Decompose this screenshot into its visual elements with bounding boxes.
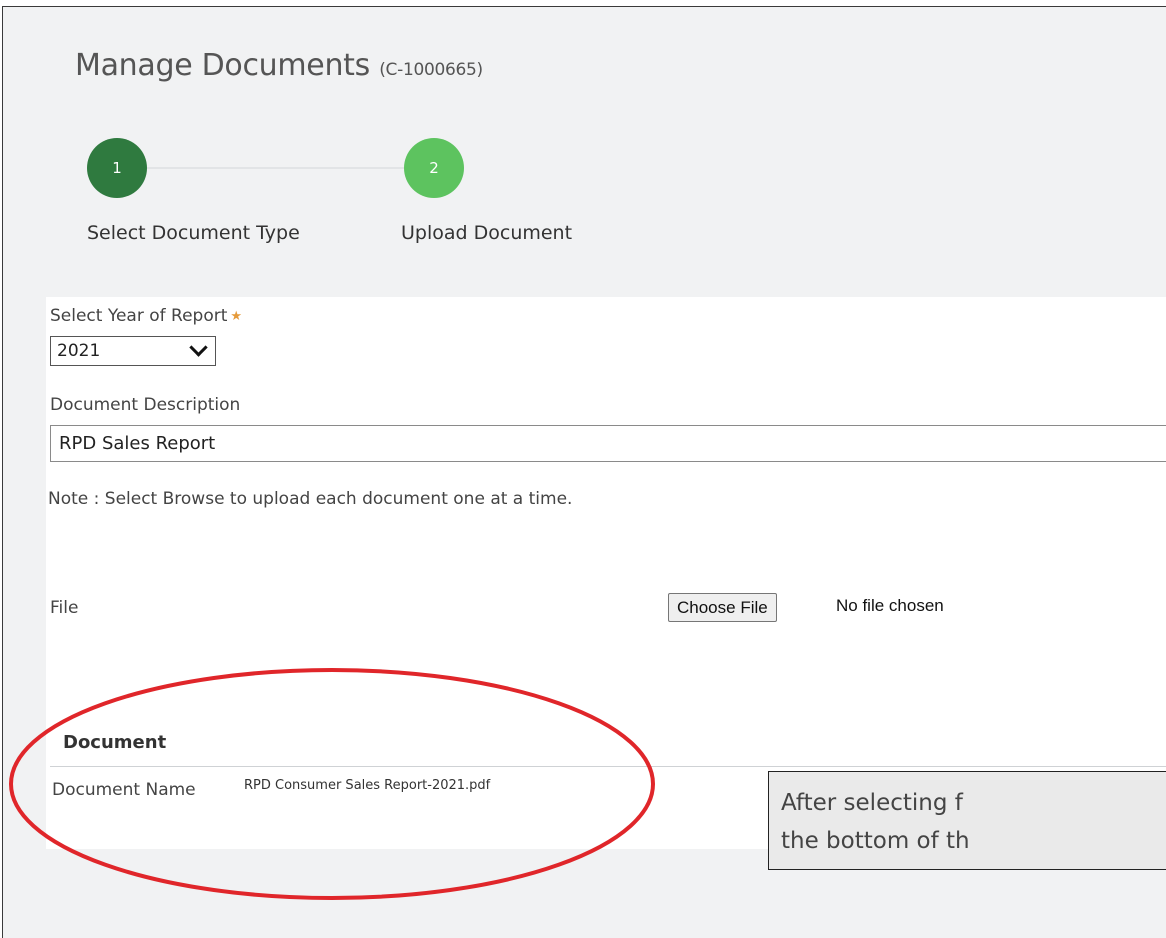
year-label-text: Select Year of Report — [50, 306, 228, 326]
document-name-value[interactable]: RPD Consumer Sales Report-2021.pdf — [244, 778, 490, 793]
year-select-value: 2021 — [57, 341, 101, 361]
callout-line-2: the bottom of th — [781, 828, 970, 854]
choose-file-button[interactable]: Choose File — [668, 593, 777, 622]
description-label: Document Description — [50, 395, 241, 415]
callout-line-1: After selecting f — [781, 790, 963, 816]
page-title-text: Manage Documents — [75, 48, 370, 83]
upload-note: Note : Select Browse to upload each docu… — [48, 489, 573, 509]
step-2-circle[interactable]: 2 — [404, 138, 464, 198]
document-name-label: Document Name — [52, 780, 196, 800]
stepper-connector — [119, 167, 437, 169]
step-2-label: Upload Document — [401, 222, 573, 244]
document-divider — [50, 766, 1166, 767]
year-select[interactable]: 2021 — [50, 336, 216, 366]
document-section-heading: Document — [63, 732, 167, 753]
page-title: Manage Documents (C-1000665) — [75, 48, 483, 83]
step-1-circle[interactable]: 1 — [87, 138, 147, 198]
description-input[interactable]: RPD Sales Report — [50, 425, 1166, 462]
step-1-label: Select Document Type — [87, 222, 300, 244]
chevron-down-icon — [189, 338, 208, 357]
year-label: Select Year of Report ★ — [50, 306, 242, 326]
instruction-callout: After selecting f the bottom of th — [768, 771, 1166, 870]
file-label: File — [50, 598, 79, 618]
record-code: (C-1000665) — [379, 60, 483, 80]
required-star-icon: ★ — [230, 308, 243, 324]
no-file-status: No file chosen — [836, 596, 944, 615]
